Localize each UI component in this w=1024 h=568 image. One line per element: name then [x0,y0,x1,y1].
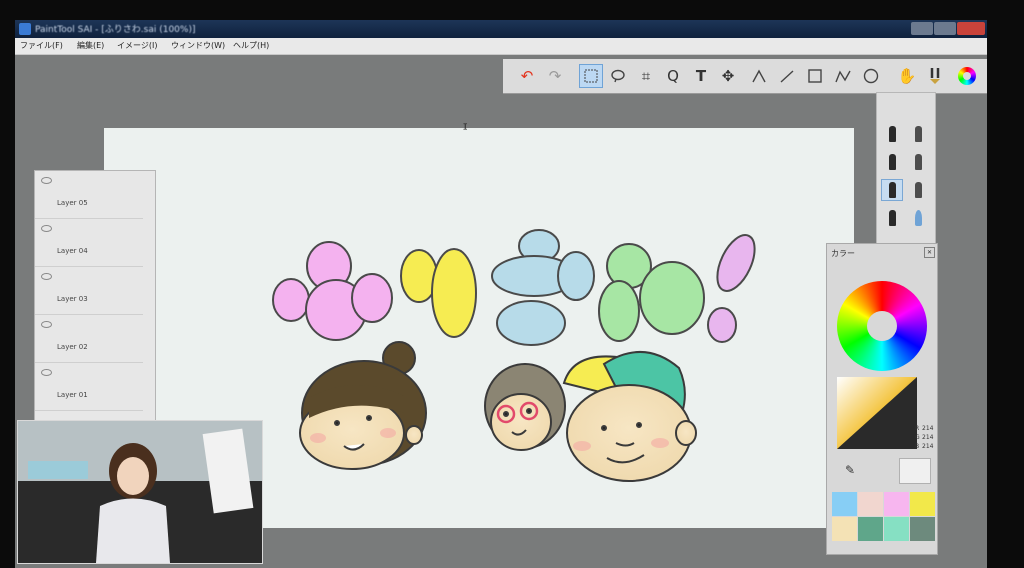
text-cursor-icon: ᴵ [461,122,470,138]
menu-file[interactable]: ファイル(F) [20,40,63,51]
move-icon[interactable]: ✥ [716,64,740,88]
select-rect-icon[interactable] [579,64,603,88]
current-color-swatch [899,458,931,484]
menu-edit[interactable]: 編集(E) [77,40,104,51]
letter-sa [491,229,595,346]
letter-ri [400,248,477,338]
brush-bucket[interactable] [907,207,929,229]
app-icon [19,23,31,35]
brush-brush[interactable] [881,151,903,173]
saturation-value-picker[interactable] [837,377,917,449]
brush-pencil[interactable] [881,123,903,145]
color-panel: カラー ✕ R 214 G 214 B 214 ✎ [826,243,938,555]
layer-name: Layer 01 [57,391,88,399]
brush-airbrush[interactable] [907,123,929,145]
color-swatch[interactable] [910,517,935,541]
layer-item[interactable]: Layer 01 [35,363,143,411]
layer-item[interactable]: Layer 05 [35,171,143,219]
zoom-icon[interactable]: Q [661,64,685,88]
brush-watercolor[interactable] [907,151,929,173]
webcam-overlay [17,420,263,564]
color-swatch[interactable] [884,517,909,541]
face-girl [299,341,427,470]
visibility-icon[interactable] [41,177,52,184]
visibility-icon[interactable] [41,273,52,280]
brush-pen[interactable] [881,179,903,201]
letter-wa [598,243,705,342]
color-swatch[interactable] [832,517,857,541]
window-title: PaintTool SAI - [ふりさわ.sai (100%)] [35,25,196,35]
color-wheel-icon[interactable] [955,64,979,88]
visibility-icon[interactable] [41,225,52,232]
layer-item[interactable]: Layer 04 [35,219,143,267]
rgb-g-value: 214 [922,434,934,441]
layer-name: Layer 04 [57,247,88,255]
undo-icon[interactable]: ↶ [515,64,539,88]
crop-icon[interactable]: ⌗ [634,64,658,88]
visibility-icon[interactable] [41,369,52,376]
brush-icon[interactable] [923,64,947,88]
polyline-icon[interactable] [831,64,855,88]
face-boy [562,351,697,482]
rgb-b-value: 214 [922,443,934,450]
letter-exclamation [707,234,756,343]
minimize-button[interactable] [911,22,933,35]
title-bar: PaintTool SAI - [ふりさわ.sai (100%)] [15,20,987,38]
brush-eraser[interactable] [881,207,903,229]
menu-window[interactable]: ウィンドウ(W) [171,40,225,51]
hand-icon[interactable]: ✋ [895,64,919,88]
rgb-r-value: 214 [922,425,934,432]
rgb-b-label: B [915,443,920,450]
layer-item[interactable]: Layer 02 [35,315,143,363]
ellipse-icon[interactable] [859,64,883,88]
layer-name: Layer 03 [57,295,88,303]
rect-icon[interactable] [803,64,827,88]
toolbar: ↶ ↷ ⌗ Q T ✥ ✋ [503,59,987,94]
color-panel-title: カラー [831,249,855,258]
layer-name: Layer 02 [57,343,88,351]
color-swatch[interactable] [858,492,883,516]
rgb-g-label: G [915,434,920,441]
hue-wheel[interactable] [837,281,927,371]
face-glasses [484,363,566,451]
close-icon[interactable]: ✕ [924,247,935,258]
line-icon[interactable] [775,64,799,88]
close-button[interactable] [957,22,985,35]
redo-icon[interactable]: ↷ [543,64,567,88]
layer-name: Layer 05 [57,199,88,207]
color-swatch[interactable] [884,492,909,516]
color-swatch[interactable] [910,492,935,516]
layers-panel: Layer 05 Layer 04 Layer 03 Layer 02 Laye… [34,170,156,427]
menu-bar: ファイル(F) 編集(E) イメージ(I) ウィンドウ(W) ヘルプ(H) [15,38,987,55]
color-swatch[interactable] [858,517,883,541]
layer-item[interactable]: Layer 03 [35,267,143,315]
pen-line-icon[interactable] [747,64,771,88]
visibility-icon[interactable] [41,321,52,328]
letter-fu [272,241,393,341]
brush-marker[interactable] [907,179,929,201]
menu-image[interactable]: イメージ(I) [117,40,157,51]
rgb-r-label: R [915,425,920,432]
menu-help[interactable]: ヘルプ(H) [233,40,269,51]
maximize-button[interactable] [934,22,956,35]
text-icon[interactable]: T [689,64,713,88]
color-swatch[interactable] [832,492,857,516]
streamer-video [18,421,262,563]
lasso-icon[interactable] [606,64,630,88]
eyedropper-icon[interactable]: ✎ [840,460,860,480]
